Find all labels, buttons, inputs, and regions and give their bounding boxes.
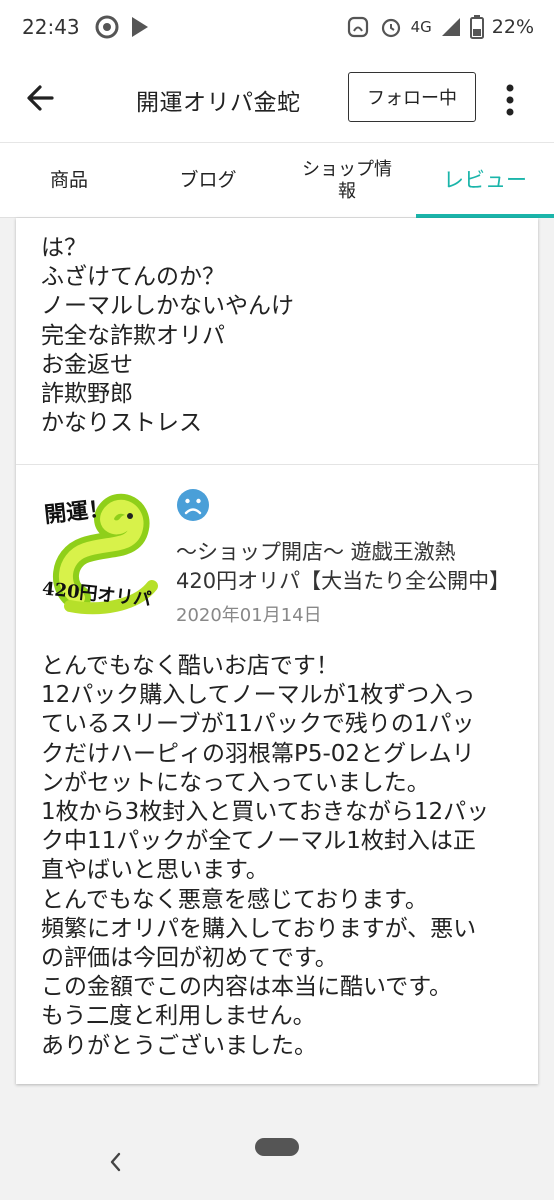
network-type: 4G [410, 18, 432, 36]
tab-reviews[interactable]: レビュー [416, 143, 554, 218]
play-store-icon [132, 17, 148, 37]
tab-blog[interactable]: ブログ [138, 143, 278, 218]
status-bar: 22:43 4G 22% [0, 0, 554, 56]
status-time: 22:43 [22, 15, 80, 39]
tab-products[interactable]: 商品 [0, 143, 138, 218]
follow-button[interactable]: フォロー中 [348, 72, 476, 122]
review-body-2: とんでもなく酷いお店です！ 12パック購入してノーマルが1枚ずつ入っ ているスリ… [41, 653, 490, 1059]
app-bar: 開運オリパ金蛇 フォロー中 [0, 56, 554, 142]
product-title[interactable]: 〜ショップ開店〜 遊戯王激熱 420円オリパ【大当たり全公開中】 [176, 538, 516, 596]
product-thumbnail[interactable]: 開運！ 420円オリパ [40, 488, 166, 618]
nav-back-icon[interactable] [104, 1148, 126, 1176]
review-date: 2020年01月14日 [176, 605, 322, 626]
alarm-icon [381, 18, 400, 38]
system-nav-bar [0, 1124, 554, 1200]
review-divider [16, 464, 538, 465]
review-body-1: は？ ふざけてんのか？ ノーマルしかないやんけ 完全な詐欺オリパ お金返せ 詐欺… [41, 235, 294, 437]
review-list[interactable]: は？ ふざけてんのか？ ノーマルしかないやんけ 完全な詐欺オリパ お金返せ 詐欺… [16, 218, 538, 1084]
product-title-line-1: 〜ショップ開店〜 遊戯王激熱 [176, 540, 456, 564]
shop-tabs: 商品 ブログ ショップ情 報 レビュー [0, 142, 554, 218]
status-right-group: 4G 22% [345, 14, 534, 40]
back-arrow-icon[interactable] [22, 78, 62, 118]
thumbnail-title: 開運！ [43, 495, 112, 529]
nav-home-pill[interactable] [255, 1138, 299, 1156]
sad-face-icon [177, 489, 209, 521]
hotspot-icon [347, 16, 368, 38]
product-title-line-2: 420円オリパ【大当たり全公開中】 [176, 569, 511, 593]
battery-level: 22% [491, 16, 534, 38]
signal-icon [441, 18, 460, 36]
shop-title: 開運オリパ金蛇 [136, 90, 301, 116]
more-options-icon[interactable] [496, 80, 524, 120]
sync-icon [95, 15, 119, 39]
tab-shop-info[interactable]: ショップ情 報 [278, 143, 416, 218]
battery-icon [469, 15, 484, 39]
